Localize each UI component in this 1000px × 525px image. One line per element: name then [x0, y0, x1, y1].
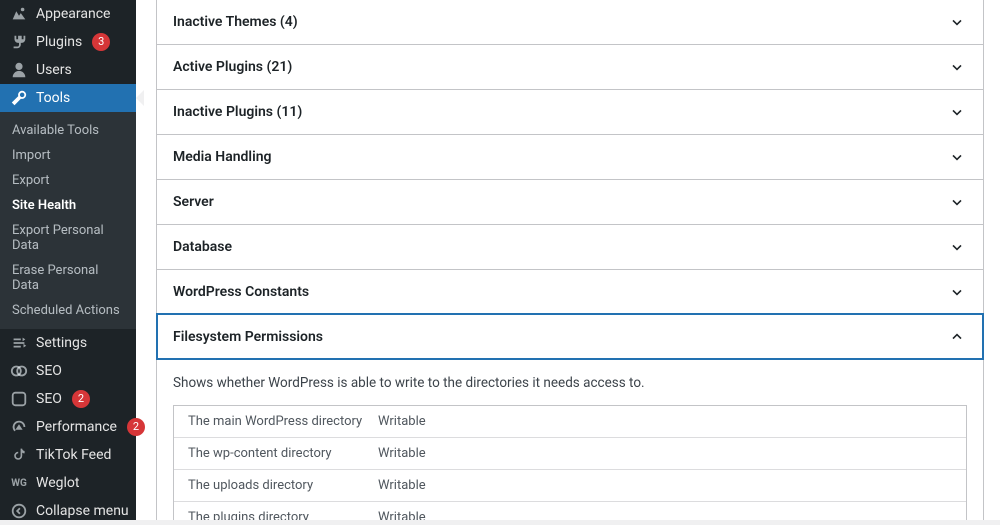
sidebar-item-seo-2[interactable]: SEO 2: [0, 385, 136, 413]
section-database[interactable]: Database: [157, 224, 983, 269]
seo2-icon: [10, 390, 28, 408]
section-inactive-themes[interactable]: Inactive Themes (4): [157, 0, 983, 44]
submenu-site-health[interactable]: Site Health: [0, 193, 136, 218]
site-health-content: Inactive Themes (4) Active Plugins (21) …: [136, 0, 1000, 520]
section-title: Server: [173, 194, 214, 210]
chevron-down-icon: [947, 147, 967, 167]
perm-status: Writable: [378, 510, 952, 520]
tools-submenu: Available Tools Import Export Site Healt…: [0, 112, 136, 329]
admin-sidebar: Appearance Plugins 3 Users Tools Availab…: [0, 0, 136, 520]
section-description: Shows whether WordPress is able to write…: [173, 375, 967, 391]
section-title: Active Plugins (21): [173, 59, 292, 75]
perm-status: Writable: [378, 478, 952, 493]
submenu-available-tools[interactable]: Available Tools: [0, 118, 136, 143]
section-filesystem-permissions[interactable]: Filesystem Permissions: [157, 314, 983, 359]
performance-badge: 2: [127, 418, 145, 436]
perm-dir: The main WordPress directory: [188, 414, 378, 429]
sidebar-item-label: Weglot: [36, 475, 79, 491]
tiktok-icon: [10, 446, 28, 464]
sidebar-item-label: TikTok Feed: [36, 447, 111, 463]
submenu-scheduled-actions[interactable]: Scheduled Actions: [0, 298, 136, 323]
chevron-up-icon: [947, 327, 967, 347]
table-row: The main WordPress directory Writable: [174, 406, 966, 437]
submenu-export-personal-data[interactable]: Export Personal Data: [0, 218, 136, 258]
chevron-down-icon: [947, 237, 967, 257]
section-title: Inactive Plugins (11): [173, 104, 302, 120]
sidebar-item-settings[interactable]: Settings: [0, 329, 136, 357]
chevron-down-icon: [947, 57, 967, 77]
sidebar-item-label: Settings: [36, 335, 87, 351]
sidebar-item-label: Plugins: [36, 34, 82, 50]
sidebar-item-users[interactable]: Users: [0, 56, 136, 84]
sidebar-item-performance[interactable]: Performance 2: [0, 413, 136, 441]
chevron-down-icon: [947, 102, 967, 122]
site-health-accordion: Inactive Themes (4) Active Plugins (21) …: [156, 0, 984, 520]
sidebar-item-tiktok[interactable]: TikTok Feed: [0, 441, 136, 469]
table-row: The plugins directory Writable: [174, 501, 966, 520]
submenu-erase-personal-data[interactable]: Erase Personal Data: [0, 258, 136, 298]
sidebar-item-tools[interactable]: Tools: [0, 84, 136, 112]
section-server[interactable]: Server: [157, 179, 983, 224]
collapse-icon: [10, 502, 28, 520]
sidebar-item-label: Collapse menu: [36, 503, 129, 519]
tools-icon: [10, 89, 28, 107]
sidebar-item-appearance[interactable]: Appearance: [0, 0, 136, 28]
filesystem-permissions-table: The main WordPress directory Writable Th…: [173, 405, 967, 520]
appearance-icon: [10, 5, 28, 23]
sidebar-item-plugins[interactable]: Plugins 3: [0, 28, 136, 56]
sidebar-item-label: SEO: [36, 363, 62, 379]
sidebar-item-weglot[interactable]: WG Weglot: [0, 469, 136, 497]
sidebar-item-label: SEO: [36, 391, 62, 407]
chevron-down-icon: [947, 12, 967, 32]
section-media-handling[interactable]: Media Handling: [157, 134, 983, 179]
table-row: The wp-content directory Writable: [174, 437, 966, 469]
perm-status: Writable: [378, 414, 952, 429]
section-title: Media Handling: [173, 149, 272, 165]
sidebar-item-label: Tools: [36, 90, 70, 106]
perm-dir: The wp-content directory: [188, 446, 378, 461]
section-title: Filesystem Permissions: [173, 329, 323, 345]
seo-badge: 2: [72, 390, 90, 408]
users-icon: [10, 61, 28, 79]
section-wp-constants[interactable]: WordPress Constants: [157, 269, 983, 314]
section-title: Inactive Themes (4): [173, 14, 298, 30]
chevron-down-icon: [947, 192, 967, 212]
perm-dir: The uploads directory: [188, 478, 378, 493]
weglot-icon: WG: [10, 474, 28, 492]
plugins-badge: 3: [92, 33, 110, 51]
perm-dir: The plugins directory: [188, 510, 378, 520]
section-active-plugins[interactable]: Active Plugins (21): [157, 44, 983, 89]
perm-status: Writable: [378, 446, 952, 461]
sidebar-item-label: Appearance: [36, 6, 110, 22]
submenu-import[interactable]: Import: [0, 143, 136, 168]
section-inactive-plugins[interactable]: Inactive Plugins (11): [157, 89, 983, 134]
sidebar-collapse[interactable]: Collapse menu: [0, 497, 136, 525]
settings-icon: [10, 334, 28, 352]
submenu-export[interactable]: Export: [0, 168, 136, 193]
plugins-icon: [10, 33, 28, 51]
performance-icon: [10, 418, 28, 436]
section-title: WordPress Constants: [173, 284, 309, 300]
section-title: Database: [173, 239, 232, 255]
sidebar-item-seo[interactable]: SEO: [0, 357, 136, 385]
seo-icon: [10, 362, 28, 380]
sidebar-item-label: Users: [36, 62, 72, 78]
table-row: The uploads directory Writable: [174, 469, 966, 501]
chevron-down-icon: [947, 282, 967, 302]
filesystem-permissions-body: Shows whether WordPress is able to write…: [157, 359, 983, 520]
sidebar-item-label: Performance: [36, 419, 117, 435]
